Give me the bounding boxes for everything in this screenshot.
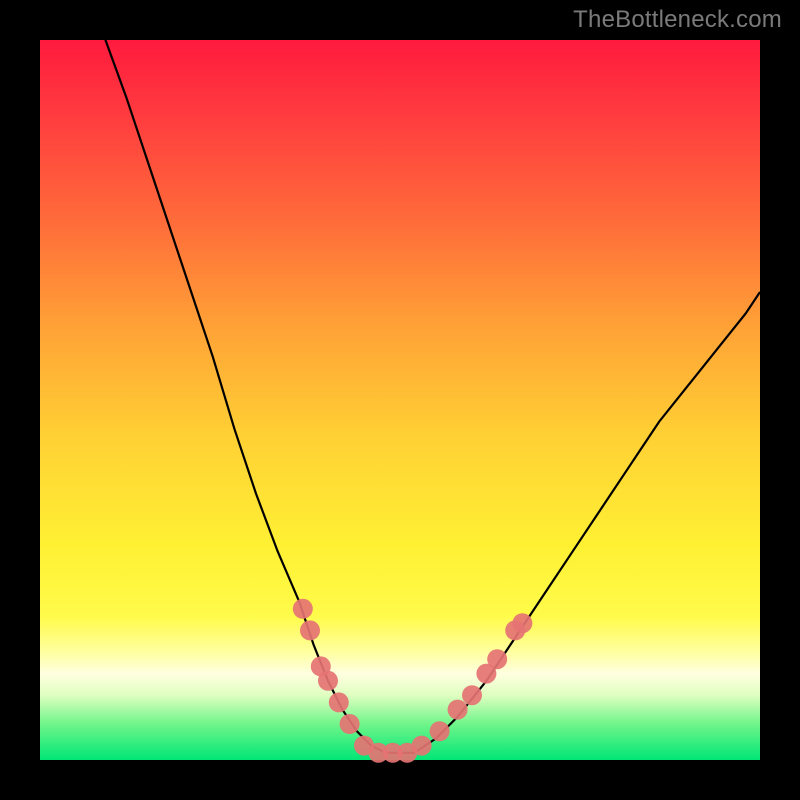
sample-points-group [293,599,533,763]
sample-point [512,613,532,633]
bottleneck-curve [98,18,760,752]
sample-point [487,649,507,669]
sample-point [462,685,482,705]
chart-frame: TheBottleneck.com [0,0,800,800]
sample-point [329,692,349,712]
sample-point [430,721,450,741]
chart-svg [40,40,760,760]
watermark-text: TheBottleneck.com [573,6,782,34]
sample-point [448,700,468,720]
sample-point [300,620,320,640]
sample-point [340,714,360,734]
sample-point [412,736,432,756]
sample-point [318,671,338,691]
sample-point [293,599,313,619]
